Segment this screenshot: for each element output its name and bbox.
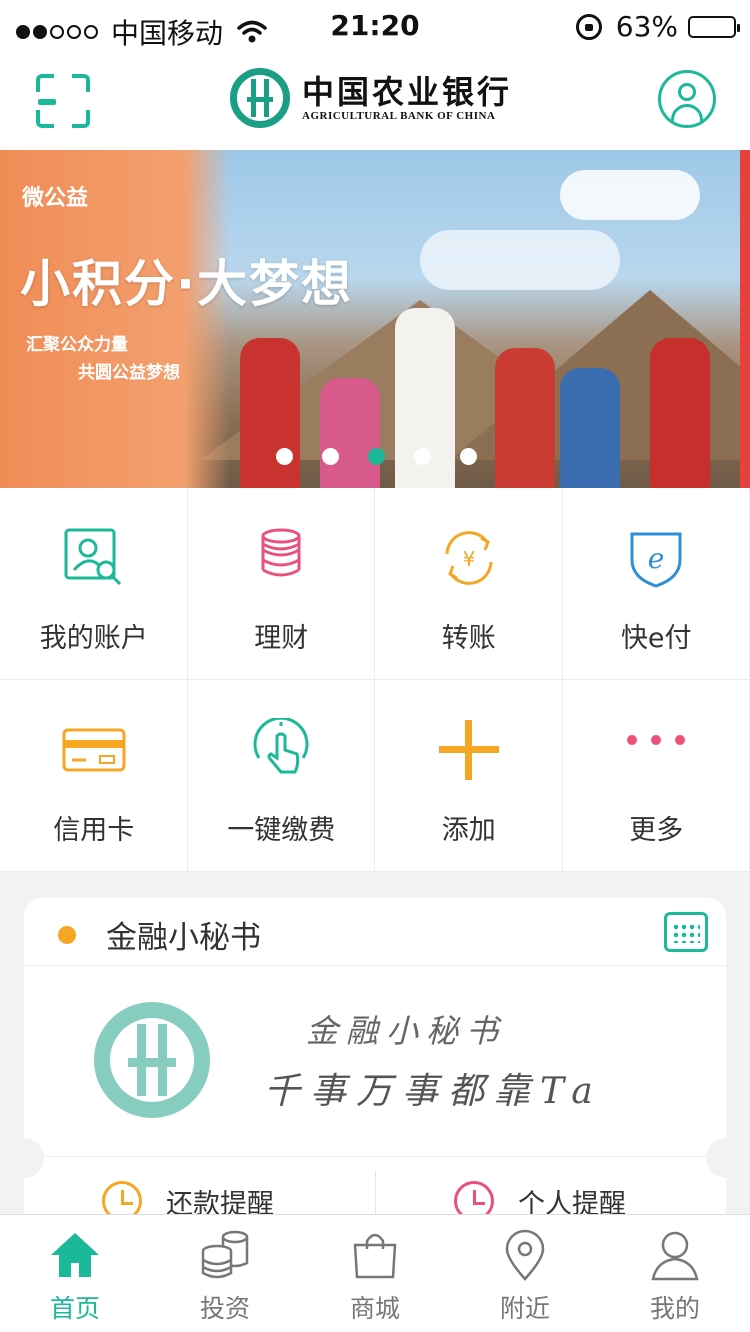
- battery-percent: 63%: [615, 10, 678, 43]
- calendar-icon[interactable]: [664, 912, 708, 952]
- rotation-lock-icon: [575, 13, 602, 40]
- pager-dot[interactable]: [322, 448, 339, 465]
- menu-label: 一键缴费: [227, 815, 336, 846]
- menu-label: 快e付: [620, 623, 692, 654]
- tab-label: 投资: [199, 1294, 250, 1323]
- bottom-tab-bar: 首页 投资 商城 附近 我的: [0, 1214, 750, 1332]
- pager-dot[interactable]: [368, 448, 385, 465]
- menu-credit-card[interactable]: 信用卡: [0, 680, 188, 872]
- function-grid: 我的账户 理财 ¥ 转账 e 快e付 信用卡 一键缴费 添加 更多: [0, 488, 750, 872]
- menu-add[interactable]: 添加: [375, 680, 563, 872]
- abc-emblem-icon: [230, 68, 290, 128]
- battery-icon: [688, 15, 740, 38]
- banner-pager: [276, 448, 506, 465]
- card-header: 金融小秘书: [24, 898, 726, 966]
- menu-quick-epay[interactable]: e 快e付: [562, 488, 750, 680]
- shopping-bag-icon: [353, 1233, 397, 1279]
- menu-label: 转账: [441, 623, 496, 654]
- promo-banner[interactable]: 微公益 小积分·大梦想 汇聚公众力量 共圆公益梦想: [0, 150, 750, 488]
- profile-icon: [651, 1231, 699, 1281]
- more-dots-icon: [627, 735, 686, 745]
- tab-invest[interactable]: 投资: [150, 1215, 300, 1332]
- home-icon: [51, 1233, 99, 1277]
- tab-label: 商城: [349, 1294, 400, 1323]
- bank-logo: 中国农业银行 AGRICULTURAL BANK OF CHINA: [230, 68, 512, 128]
- menu-wealth[interactable]: 理财: [187, 488, 375, 680]
- menu-label: 添加: [441, 815, 496, 846]
- bullet-dot-icon: [58, 926, 76, 944]
- banner-tag: 微公益: [22, 186, 89, 211]
- svg-text:e: e: [648, 542, 665, 575]
- coins-icon: [201, 1230, 249, 1279]
- credit-card-icon: [62, 728, 126, 772]
- pager-dot[interactable]: [276, 448, 293, 465]
- handwriting-line: 千事万事都靠Ta: [264, 1071, 603, 1112]
- menu-more[interactable]: 更多: [562, 680, 750, 872]
- bank-name-en: AGRICULTURAL BANK OF CHINA: [302, 110, 496, 122]
- tab-nearby[interactable]: 附近: [450, 1215, 600, 1332]
- menu-label: 我的账户: [39, 623, 148, 654]
- handwriting-line: 金融小秘书: [306, 1012, 507, 1050]
- e-shield-icon: e: [630, 532, 682, 588]
- menu-one-click-pay[interactable]: 一键缴费: [187, 680, 375, 872]
- tab-label: 我的: [649, 1294, 700, 1323]
- plus-icon: [438, 720, 499, 780]
- user-avatar-icon[interactable]: [658, 70, 716, 128]
- scan-icon[interactable]: [36, 74, 90, 128]
- banner-title: 小积分·大梦想: [20, 255, 353, 313]
- tap-pay-icon: [253, 718, 309, 774]
- account-search-icon: [64, 528, 121, 586]
- location-pin-icon: [505, 1229, 545, 1281]
- tab-label: 首页: [49, 1294, 100, 1323]
- finance-assistant-card[interactable]: 金融小秘书 金融小秘书 千事万事都靠Ta 还款提醒 个人提醒: [4, 898, 746, 1229]
- tab-mall[interactable]: 商城: [300, 1215, 450, 1332]
- tab-label: 附近: [499, 1294, 550, 1323]
- card-title: 金融小秘书: [106, 920, 261, 956]
- coins-stack-icon: [261, 528, 301, 577]
- menu-transfer[interactable]: ¥ 转账: [375, 488, 563, 680]
- menu-label: 信用卡: [53, 815, 135, 846]
- menu-my-account[interactable]: 我的账户: [0, 488, 188, 680]
- yuan-transfer-icon: ¥: [445, 531, 493, 585]
- pager-dot[interactable]: [414, 448, 431, 465]
- banner-subtitle: 共圆公益梦想: [78, 363, 180, 383]
- card-body: 金融小秘书 千事万事都靠Ta: [24, 966, 726, 1156]
- app-header: 中国农业银行 AGRICULTURAL BANK OF CHINA: [0, 52, 750, 150]
- menu-label: 更多: [629, 815, 684, 846]
- bank-name-cn: 中国农业银行: [302, 73, 513, 111]
- menu-label: 理财: [254, 623, 309, 654]
- tab-home[interactable]: 首页: [0, 1215, 150, 1332]
- svg-text:¥: ¥: [462, 547, 475, 571]
- banner-subtitle: 汇聚公众力量: [26, 335, 128, 355]
- abc-watermark-icon: [94, 1002, 210, 1118]
- tab-profile[interactable]: 我的: [600, 1215, 750, 1332]
- pager-dot[interactable]: [460, 448, 477, 465]
- status-bar: 中国移动 21:20 63%: [0, 0, 750, 52]
